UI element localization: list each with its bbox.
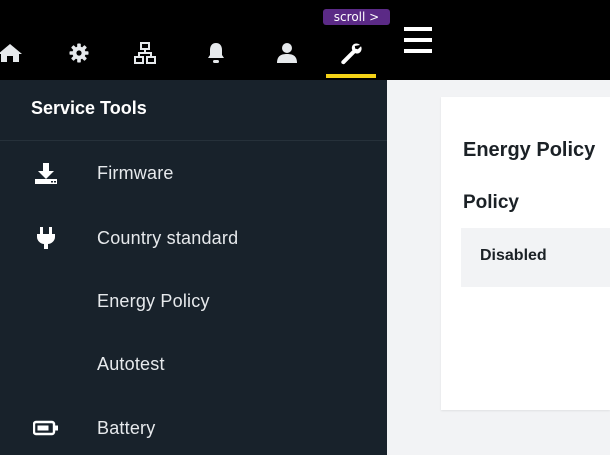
bell-icon — [208, 43, 224, 63]
battery-icon — [33, 415, 59, 441]
sidebar-item-battery[interactable]: Battery — [0, 402, 387, 454]
plug-icon — [33, 225, 59, 251]
sidebar-divider — [0, 140, 387, 141]
scroll-hint-badge[interactable]: scroll > — [323, 9, 390, 25]
tab-network[interactable] — [118, 28, 172, 78]
sidebar-item-energy-policy[interactable]: Energy Policy — [0, 275, 387, 327]
sidebar-item-autotest[interactable]: Autotest — [0, 338, 387, 390]
wrench-icon — [341, 43, 362, 65]
sidebar-item-label: Country standard — [97, 228, 239, 248]
hamburger-menu-icon[interactable] — [404, 27, 432, 53]
sidebar-item-label: Firmware — [97, 163, 174, 183]
network-icon — [134, 42, 156, 64]
service-tools-sidebar: Service Tools Firmware Country standard … — [0, 80, 387, 455]
gear-icon — [69, 43, 89, 63]
main-content: Energy Policy Policy Disabled — [387, 80, 610, 455]
policy-value: Disabled — [480, 247, 547, 264]
sidebar-item-label: Battery — [97, 418, 156, 438]
user-icon — [277, 43, 297, 63]
download-icon — [33, 160, 59, 186]
home-icon — [0, 44, 22, 62]
policy-value-field[interactable]: Disabled — [461, 228, 610, 287]
sidebar-item-firmware[interactable]: Firmware — [0, 147, 387, 199]
energy-policy-card: Energy Policy Policy Disabled — [441, 97, 610, 410]
tab-user[interactable] — [260, 28, 314, 78]
tab-settings[interactable] — [52, 28, 106, 78]
sidebar-title: Service Tools — [31, 98, 147, 118]
section-title: Policy — [463, 192, 519, 213]
sidebar-item-label: Energy Policy — [97, 291, 210, 311]
sidebar-item-country-standard[interactable]: Country standard — [0, 212, 387, 264]
tab-home[interactable] — [0, 28, 37, 78]
tab-service-tools[interactable] — [324, 28, 378, 78]
top-navigation-bar: scroll > — [0, 0, 610, 80]
sidebar-item-label: Autotest — [97, 354, 165, 374]
tab-notifications[interactable] — [189, 28, 243, 78]
page-title: Energy Policy — [463, 139, 596, 161]
